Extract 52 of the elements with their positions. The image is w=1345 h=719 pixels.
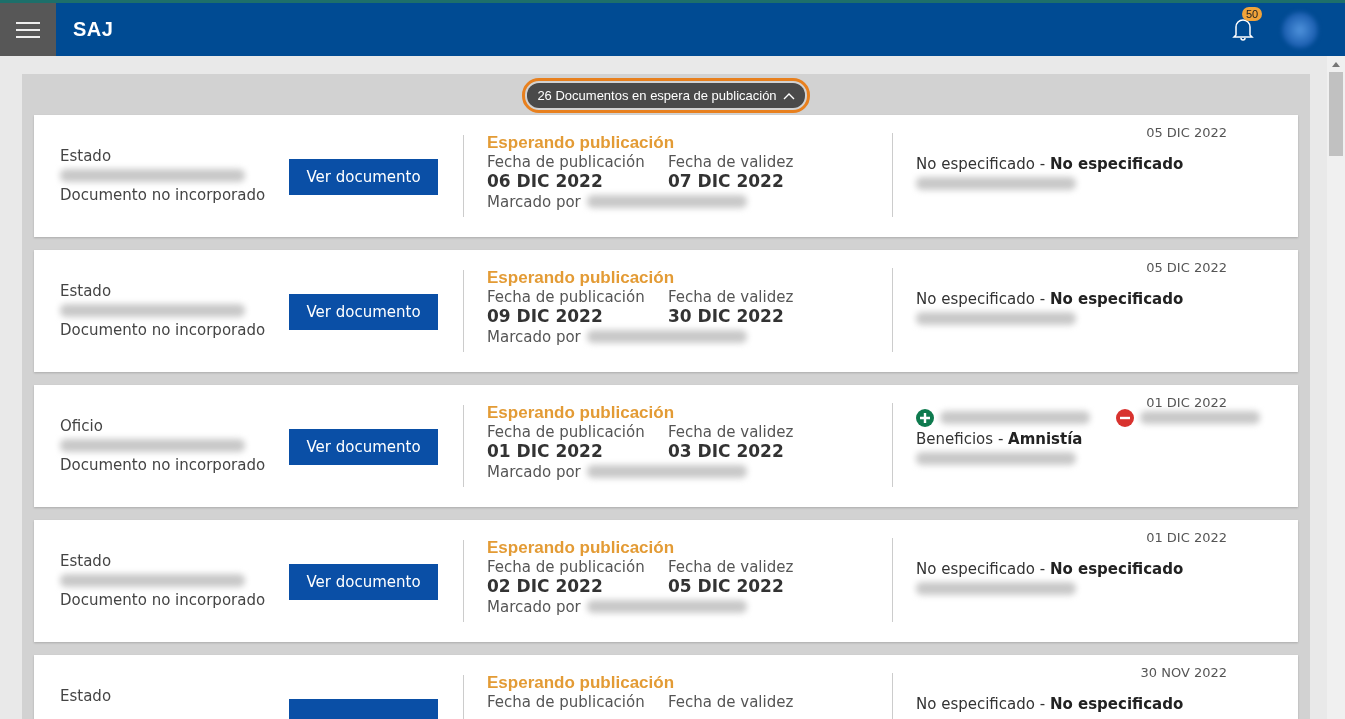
status-label: Esperando publicación (487, 538, 676, 558)
incorporation-status: Documento no incorporado (60, 591, 267, 609)
validity-date: 07 DIC 2022 (668, 171, 785, 191)
document-date: 01 DIC 2022 (1146, 395, 1227, 410)
document-type: Estado (60, 282, 113, 300)
app-title: SAJ (73, 18, 114, 41)
document-date: 01 DIC 2022 (1146, 530, 1227, 545)
publication-date-label: Fecha de publicación (487, 423, 646, 441)
document-date: 30 NOV 2022 (1140, 665, 1227, 680)
document-type: Oficio (60, 417, 104, 435)
publication-date: 01 DIC 2022 (487, 441, 604, 461)
validity-date: 03 DIC 2022 (668, 441, 785, 461)
status-label: Esperando publicación (487, 133, 676, 153)
document-date: 05 DIC 2022 (1146, 260, 1227, 275)
validity-date: 05 DIC 2022 (668, 576, 785, 596)
view-document-button[interactable]: Ver documento (289, 564, 438, 600)
publication-date-label: Fecha de publicación (487, 288, 646, 306)
category-text: Beneficios - Amnistía (916, 430, 1084, 448)
validity-date-label: Fecha de validez (668, 558, 795, 576)
status-label: Esperando publicación (487, 268, 676, 288)
document-type: Estado (60, 147, 113, 165)
publication-date: 09 DIC 2022 (487, 306, 604, 326)
view-document-button[interactable]: Ver documento (289, 159, 438, 195)
marked-by-label: Marcado por (487, 462, 581, 481)
publication-date-label: Fecha de publicación (487, 693, 646, 711)
document-type: Estado (60, 552, 113, 570)
publication-date-label: Fecha de publicación (487, 153, 646, 171)
document-date: 05 DIC 2022 (1146, 125, 1227, 140)
publication-date: 06 DIC 2022 (487, 171, 604, 191)
marked-by-label: Marcado por (487, 597, 581, 616)
notification-badge: 50 (1242, 6, 1263, 21)
status-label: Esperando publicación (487, 403, 676, 423)
validity-date-label: Fecha de validez (668, 288, 795, 306)
category-text: No especificado - No especificado (916, 155, 1185, 173)
publication-date-label: Fecha de publicación (487, 558, 646, 576)
incorporation-status: Documento no incorporado (60, 321, 267, 339)
document-type: Estado (60, 687, 113, 705)
validity-date: 30 DIC 2022 (668, 306, 785, 326)
publication-date: 02 DIC 2022 (487, 576, 604, 596)
category-text: No especificado - No especificado (916, 695, 1185, 713)
view-document-button[interactable]: Ver documento (289, 294, 438, 330)
status-label: Esperando publicación (487, 673, 676, 693)
incorporation-status: Documento no incorporado (60, 186, 267, 204)
validity-date-label: Fecha de validez (668, 153, 795, 171)
marked-by-label: Marcado por (487, 192, 581, 211)
view-document-button[interactable]: Ver documento (289, 429, 438, 465)
category-text: No especificado - No especificado (916, 290, 1185, 308)
marked-by-label: Marcado por (487, 327, 581, 346)
category-text: No especificado - No especificado (916, 560, 1185, 578)
validity-date-label: Fecha de validez (668, 693, 795, 711)
validity-date-label: Fecha de validez (668, 423, 795, 441)
incorporation-status: Documento no incorporado (60, 456, 267, 474)
